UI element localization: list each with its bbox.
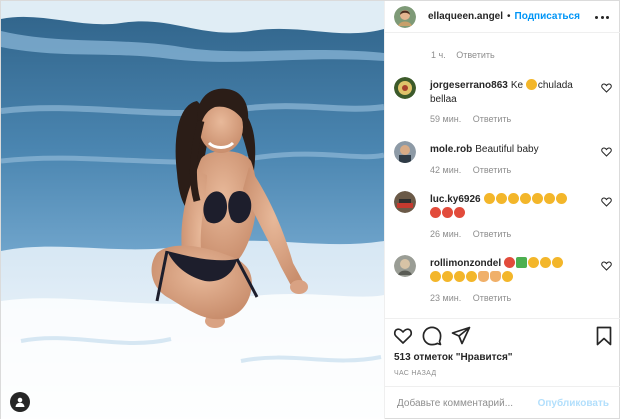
kissing-emoji-icon xyxy=(555,193,567,204)
kissing-emoji-icon xyxy=(502,271,513,282)
paper-plane-icon xyxy=(451,326,471,345)
post-timestamp: ЧАС НАЗАД xyxy=(394,370,437,377)
tongue-emoji-icon xyxy=(430,207,441,218)
tongue-emoji-icon xyxy=(454,207,465,218)
comment-item: rollimonzondel 23 мин. Ответить xyxy=(394,255,612,311)
reply-button[interactable]: Ответить xyxy=(473,293,511,303)
reply-button[interactable]: Ответить xyxy=(473,165,511,175)
clapping-hands-emoji-icon xyxy=(490,271,501,282)
heart-eyes-emoji-icon xyxy=(525,79,537,90)
commenter-username[interactable]: mole.rob xyxy=(430,144,472,155)
author-username[interactable]: ellaqueen.angel xyxy=(428,11,503,22)
commenter-avatar[interactable] xyxy=(394,141,416,163)
reply-button[interactable]: Ответить xyxy=(456,50,494,60)
heart-eyes-emoji-icon xyxy=(552,257,564,268)
comment-time: 42 мин. xyxy=(430,165,462,175)
heart-eyes-emoji-icon xyxy=(430,271,441,282)
bookmark-icon xyxy=(596,326,612,346)
likes-count[interactable]: 513 отметок "Нравится" xyxy=(394,352,513,363)
reply-button[interactable]: Ответить xyxy=(473,229,511,239)
kissing-emoji-icon xyxy=(543,193,555,204)
instagram-post-window: ellaqueen.angel • Подписаться 1 ч. Ответ… xyxy=(0,0,620,419)
comment-item: luc.ky6926 26 мин. Ответить xyxy=(394,191,612,247)
comment-time: 59 мин. xyxy=(430,114,462,124)
comment-item: mole.rob Beautiful baby 42 мин. Ответить xyxy=(394,141,612,181)
commenter-avatar[interactable] xyxy=(394,77,416,99)
share-button[interactable] xyxy=(451,326,471,346)
comment-meta: 26 мин. Ответить xyxy=(430,229,511,239)
post-header: ellaqueen.angel • Подписаться xyxy=(385,1,620,33)
heart-eyes-emoji-icon xyxy=(442,271,453,282)
post-photo[interactable] xyxy=(1,1,384,419)
comment-button[interactable] xyxy=(422,326,442,346)
heart-eyes-emoji-icon xyxy=(528,257,540,268)
more-options-icon[interactable] xyxy=(595,11,609,23)
comment-input[interactable]: Добавьте комментарий... xyxy=(397,398,513,409)
comment-meta: 59 мин. Ответить xyxy=(430,114,511,124)
heart-eyes-emoji-icon xyxy=(454,271,465,282)
user-tag-icon xyxy=(15,397,25,407)
comment-text: rollimonzondel xyxy=(430,257,590,285)
heart-eyes-emoji-icon xyxy=(483,193,495,204)
heart-eyes-emoji-icon xyxy=(495,193,507,204)
previous-comment-meta: 1 ч. Ответить xyxy=(431,50,495,60)
tongue-emoji-icon xyxy=(442,207,453,218)
clapping-hands-emoji-icon xyxy=(478,271,489,282)
commenter-avatar[interactable] xyxy=(394,255,416,277)
comment-text: mole.rob Beautiful baby xyxy=(430,144,539,155)
comment-text: jorgeserrano863 Ke chulada bellaa xyxy=(430,79,573,105)
commenter-avatar[interactable] xyxy=(394,191,416,213)
heart-eyes-emoji-icon xyxy=(507,193,519,204)
comments-list: 1 ч. Ответить jorgeserrano863 Ke chulada … xyxy=(385,33,620,318)
comment-meta: 23 мин. Ответить xyxy=(430,293,511,303)
post-actions: 513 отметок "Нравится" ЧАС НАЗАД Добавьт… xyxy=(385,318,620,419)
commenter-username[interactable]: rollimonzondel xyxy=(430,258,501,269)
save-button[interactable] xyxy=(594,326,614,346)
comment-time: 1 ч. xyxy=(431,50,446,60)
heart-icon xyxy=(393,328,413,344)
heart-outline-icon[interactable] xyxy=(601,147,612,157)
add-comment-bar: Добавьте комментарий... Опубликовать xyxy=(385,386,620,419)
comment-item: jorgeserrano863 Ke chulada bellaa 59 мин.… xyxy=(394,77,612,133)
kissing-emoji-icon xyxy=(531,193,543,204)
comment-icon xyxy=(422,326,442,346)
user-tag-button[interactable] xyxy=(10,392,30,412)
comment-text: luc.ky6926 xyxy=(430,193,590,221)
author-avatar[interactable] xyxy=(394,5,416,28)
reply-button[interactable]: Ответить xyxy=(473,114,511,124)
beach-photo-illustration xyxy=(1,1,384,419)
heart-eyes-emoji-icon xyxy=(540,257,552,268)
red-heart-emoji-icon xyxy=(504,257,516,268)
follow-button[interactable]: Подписаться xyxy=(515,11,580,22)
commenter-username[interactable]: jorgeserrano863 xyxy=(430,80,508,91)
heart-outline-icon[interactable] xyxy=(601,83,612,93)
heart-outline-icon[interactable] xyxy=(601,261,612,271)
heart-outline-icon[interactable] xyxy=(601,197,612,207)
comment-time: 23 мин. xyxy=(430,293,462,303)
commenter-username[interactable]: luc.ky6926 xyxy=(430,194,481,205)
heart-eyes-emoji-icon xyxy=(519,193,531,204)
rose-emoji-icon xyxy=(516,257,528,268)
post-comment-button[interactable]: Опубликовать xyxy=(538,398,609,409)
comment-meta: 42 мин. Ответить xyxy=(430,165,511,175)
like-button[interactable] xyxy=(393,326,413,346)
comment-time: 26 мин. xyxy=(430,229,462,239)
heart-eyes-emoji-icon xyxy=(466,271,477,282)
post-sidebar: ellaqueen.angel • Подписаться 1 ч. Ответ… xyxy=(384,1,620,419)
header-separator: • xyxy=(507,11,511,22)
